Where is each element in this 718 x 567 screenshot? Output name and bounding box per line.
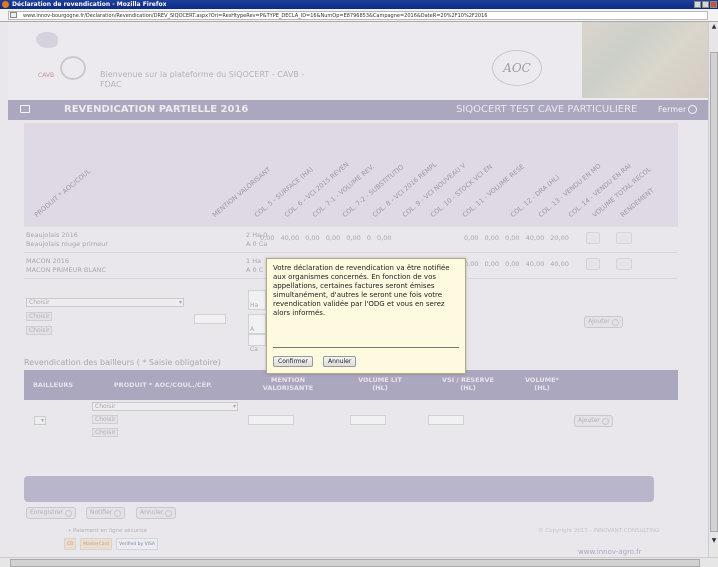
site-identity-icon[interactable] (10, 12, 17, 18)
scroll-up-arrow-icon[interactable]: ▲ (710, 23, 718, 31)
dialog-message: Votre déclaration de revendication va êt… (273, 264, 450, 317)
window-controls (694, 1, 717, 8)
url-text: www.innov-bourgogne.fr/Declaration/Reven… (23, 13, 488, 19)
window-title: Déclaration de revendication - Mozilla F… (12, 1, 167, 8)
maximize-button[interactable] (702, 1, 709, 8)
window-titlebar: Déclaration de revendication - Mozilla F… (0, 0, 718, 9)
vertical-scroll-thumb[interactable] (710, 52, 718, 532)
dialog-cancel-button[interactable]: Annuler (323, 356, 357, 367)
address-bar-container: www.innov-bourgogne.fr/Declaration/Reven… (0, 9, 718, 22)
scroll-down-arrow-icon[interactable]: ▼ (710, 537, 718, 545)
vertical-scrollbar[interactable]: ▲ ▼ (708, 22, 718, 557)
page-content: CAVB Bienvenue sur la plateforme du SIQO… (8, 22, 708, 557)
dialog-separator (273, 347, 459, 348)
close-window-button[interactable] (710, 1, 717, 8)
confirm-button[interactable]: Confirmer (273, 356, 313, 367)
horizontal-scroll-thumb[interactable] (10, 559, 700, 567)
notification-dialog: Votre déclaration de revendication va êt… (266, 258, 466, 374)
minimize-button[interactable] (694, 1, 701, 8)
horizontal-scrollbar[interactable] (0, 557, 718, 567)
firefox-icon (2, 1, 9, 8)
address-bar[interactable]: www.innov-bourgogne.fr/Declaration/Reven… (8, 11, 708, 20)
